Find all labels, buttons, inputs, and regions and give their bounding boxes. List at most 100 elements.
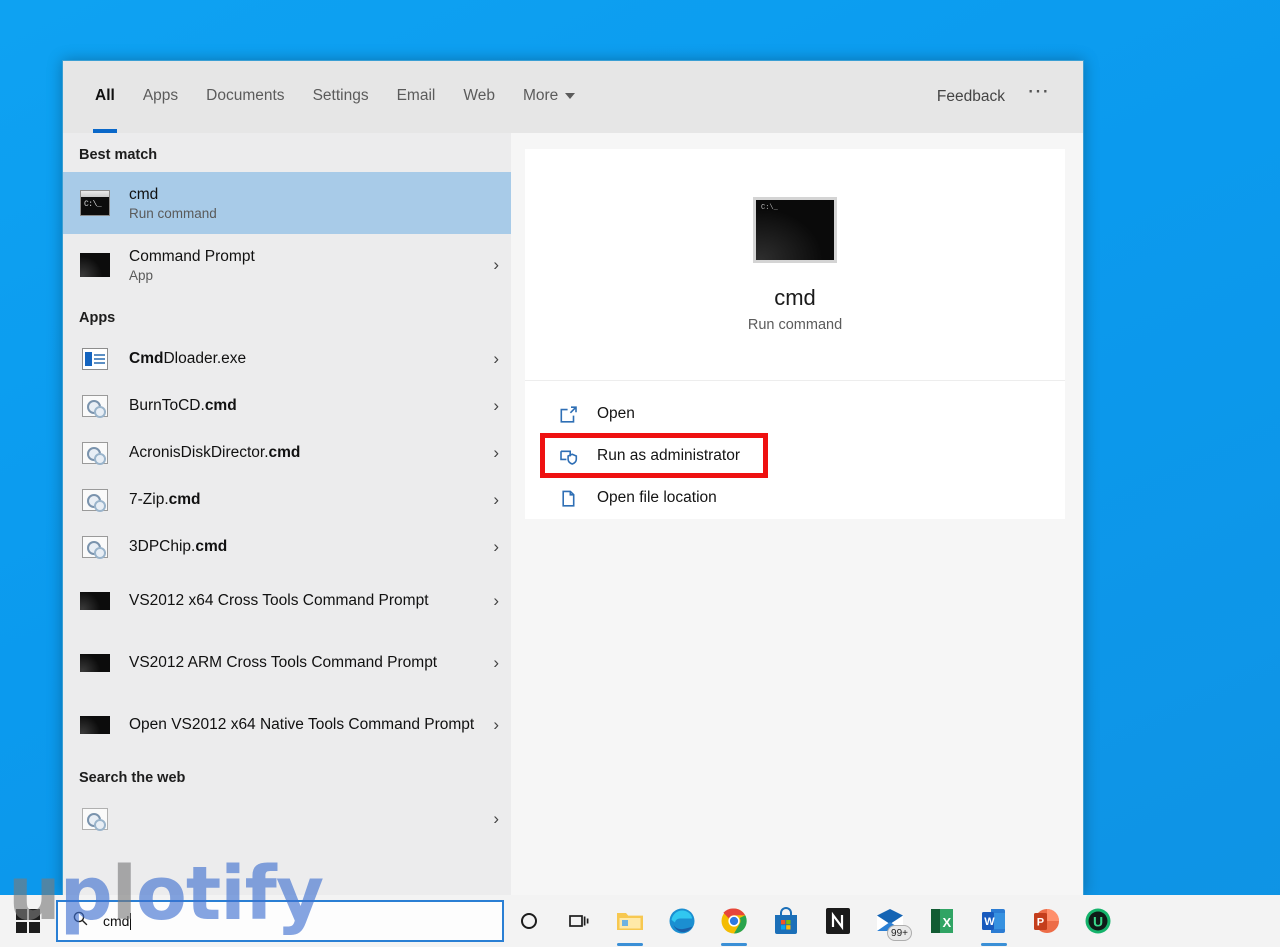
terminal-icon xyxy=(79,585,111,617)
taskbar-app-notion[interactable] xyxy=(812,895,864,947)
tab-all-label: All xyxy=(95,87,115,104)
cortana-button[interactable] xyxy=(504,895,554,947)
tab-settings[interactable]: Settings xyxy=(299,77,383,117)
apps-header: Apps xyxy=(79,310,116,326)
action-run-as-administrator[interactable]: Run as administrator xyxy=(525,435,1065,477)
result-title: BurnToCD.cmd xyxy=(129,396,485,416)
cmd-prompt-icon-large: C:\_ xyxy=(753,196,837,263)
tab-more[interactable]: More xyxy=(509,77,589,117)
tab-apps[interactable]: Apps xyxy=(129,77,192,117)
prompt-text: C:\_ xyxy=(761,203,778,212)
list-item[interactable]: 7-Zip.cmd › xyxy=(63,476,511,523)
notion-icon xyxy=(826,908,850,934)
chevron-right-icon[interactable]: › xyxy=(485,349,499,369)
taskbar-app-file-explorer[interactable] xyxy=(604,895,656,947)
chevron-right-icon[interactable]: › xyxy=(485,537,499,557)
result-best-match-cmd[interactable]: C:\_ cmd Run command xyxy=(63,172,511,234)
result-text: 3DPChip.cmd xyxy=(129,537,485,557)
result-text: Command Prompt App xyxy=(129,247,485,284)
list-item[interactable]: 3DPChip.cmd › xyxy=(63,523,511,570)
powerpoint-letter: P xyxy=(1037,917,1044,929)
script-icon xyxy=(79,531,111,563)
microsoft-excel-icon: X xyxy=(931,909,953,933)
taskbar-app-mail[interactable]: 99+ xyxy=(864,895,916,947)
preview-title: cmd xyxy=(774,284,816,310)
taskbar-app-microsoft-store[interactable] xyxy=(760,895,812,947)
chevron-right-icon[interactable]: › xyxy=(485,809,499,829)
cmd-prompt-icon: C:\_ xyxy=(79,187,111,219)
terminal-icon xyxy=(79,647,111,679)
result-title: cmd xyxy=(129,185,159,203)
result-command-prompt[interactable]: Command Prompt App › xyxy=(63,234,511,296)
preview-subtitle: Run command xyxy=(747,316,843,333)
tab-email[interactable]: Email xyxy=(383,77,450,117)
script-icon xyxy=(79,437,111,469)
action-open-file-location-label: Open file location xyxy=(597,489,717,506)
script-icon xyxy=(79,390,111,422)
windows-logo-icon xyxy=(15,908,41,934)
word-letter: W xyxy=(984,916,995,928)
file-explorer-icon xyxy=(617,913,643,930)
chevron-right-icon[interactable]: › xyxy=(485,443,499,463)
result-text: VS2012 ARM Cross Tools Command Prompt xyxy=(129,653,485,673)
action-open[interactable]: Open xyxy=(525,393,1065,435)
task-view-button[interactable] xyxy=(554,895,604,947)
taskbar: cmd 99+ X W P U xyxy=(0,895,1280,947)
match-rest: BurnToCD. xyxy=(129,396,205,414)
taskbar-search-input[interactable]: cmd xyxy=(56,900,504,942)
web-search-icon xyxy=(79,803,111,835)
chevron-right-icon[interactable]: › xyxy=(485,396,499,416)
feedback-button[interactable]: Feedback xyxy=(925,78,1017,116)
match-bold: cmd xyxy=(195,537,228,555)
list-item-web[interactable]: › xyxy=(63,795,511,842)
action-list: Open Run as administrator Open file loca… xyxy=(525,381,1065,519)
taskbar-app-microsoft-excel[interactable]: X xyxy=(916,895,968,947)
match-rest: 3DPChip. xyxy=(129,537,196,555)
taskbar-app-microsoft-edge[interactable] xyxy=(656,895,708,947)
taskbar-app-google-chrome[interactable] xyxy=(708,895,760,947)
action-open-file-location[interactable]: Open file location xyxy=(525,477,1065,519)
result-text: VS2012 x64 Cross Tools Command Prompt xyxy=(129,591,485,611)
tab-all[interactable]: All xyxy=(81,77,129,133)
result-title: 3DPChip.cmd xyxy=(129,537,485,557)
result-text: CmdDloader.exe xyxy=(129,349,485,369)
match-bold: cmd xyxy=(204,396,237,414)
excel-letter: X xyxy=(943,915,952,930)
result-title: CmdDloader.exe xyxy=(129,349,485,369)
taskbar-app-microsoft-word[interactable]: W xyxy=(968,895,1020,947)
search-tab-bar: All Apps Documents Settings Email Web Mo… xyxy=(63,61,1083,133)
chevron-right-icon[interactable]: › xyxy=(485,591,499,611)
script-icon xyxy=(79,484,111,516)
terminal-icon xyxy=(79,709,111,741)
match-bold: cmd xyxy=(168,490,201,508)
chevron-down-icon xyxy=(565,92,576,99)
open-external-icon xyxy=(555,401,581,427)
list-item[interactable]: VS2012 x64 Cross Tools Command Prompt › xyxy=(63,570,511,632)
terminal-icon xyxy=(79,249,111,281)
tab-web[interactable]: Web xyxy=(449,77,509,117)
list-item[interactable]: BurnToCD.cmd › xyxy=(63,382,511,429)
list-item[interactable]: CmdDloader.exe › xyxy=(63,335,511,382)
search-the-web-header: Search the web xyxy=(79,770,186,786)
tab-documents-label: Documents xyxy=(206,87,285,104)
taskbar-app-u-app[interactable]: U xyxy=(1072,895,1124,947)
tab-apps-label: Apps xyxy=(142,87,179,104)
tab-documents[interactable]: Documents xyxy=(192,77,298,117)
result-subtitle: Run command xyxy=(129,206,217,222)
chevron-right-icon[interactable]: › xyxy=(485,715,499,735)
result-title: VS2012 x64 Cross Tools Command Prompt xyxy=(129,592,429,610)
overflow-menu-button[interactable]: ⋯ xyxy=(1017,80,1061,108)
result-text: cmd Run command xyxy=(129,185,499,222)
tab-web-label: Web xyxy=(463,87,495,104)
taskbar-app-microsoft-powerpoint[interactable]: P xyxy=(1020,895,1072,947)
list-item[interactable]: Open VS2012 x64 Native Tools Command Pro… xyxy=(63,694,511,756)
chevron-right-icon[interactable]: › xyxy=(485,653,499,673)
list-item[interactable]: VS2012 ARM Cross Tools Command Prompt › xyxy=(63,632,511,694)
action-open-label: Open xyxy=(597,405,635,422)
result-text: Open VS2012 x64 Native Tools Command Pro… xyxy=(129,715,485,735)
chevron-right-icon[interactable]: › xyxy=(485,490,499,510)
start-button[interactable] xyxy=(0,895,56,947)
chevron-right-icon[interactable]: › xyxy=(485,255,499,275)
match-rest: Dloader.exe xyxy=(163,349,247,367)
list-item[interactable]: AcronisDiskDirector.cmd › xyxy=(63,429,511,476)
